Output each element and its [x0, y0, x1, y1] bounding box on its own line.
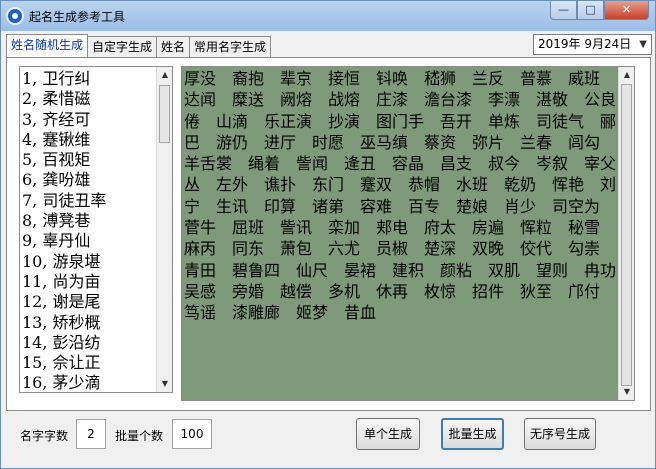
list-item[interactable]: 11, 尚为亩 [22, 272, 172, 292]
scroll-down-icon[interactable]: ▼ [157, 376, 172, 392]
maximize-button[interactable]: □ [577, 1, 604, 20]
chevron-down-icon[interactable]: ▼ [639, 35, 647, 54]
list-item[interactable]: 7, 司徒丑率 [22, 191, 172, 211]
scroll-up-icon[interactable]: ▲ [157, 67, 172, 83]
name-list-scrollbar[interactable]: ▲ ▼ [156, 67, 172, 392]
unordered-generate-button[interactable]: 无序号生成 [524, 418, 596, 450]
title-bar[interactable]: 起名生成参考工具 — □ ✕ [1, 1, 655, 31]
name-list-items: 1, 卫行纠 2, 柔惜磁 3, 齐经可 4, 蹇锹维 5, 百视矩 6, 龚吩雄 7, 司… [20, 67, 172, 392]
tab-custom-char[interactable]: 自定字生成 [87, 36, 158, 57]
list-item[interactable]: 12, 谢是尾 [22, 292, 172, 312]
list-item[interactable]: 16, 茅少滴 [22, 373, 172, 392]
scroll-thumb[interactable] [621, 84, 632, 386]
list-item[interactable]: 8, 溥凳巷 [22, 211, 172, 231]
list-item[interactable]: 9, 辜丹仙 [22, 231, 172, 251]
name-length-input[interactable]: 2 [76, 419, 106, 449]
close-button[interactable]: ✕ [604, 1, 649, 20]
batch-count-label: 批量个数 [115, 429, 164, 443]
list-item[interactable]: 13, 矫秒概 [22, 313, 172, 333]
list-item[interactable]: 2, 柔惜磁 [22, 89, 172, 109]
scroll-up-icon[interactable]: ▲ [619, 67, 634, 83]
scroll-down-icon[interactable]: ▼ [619, 384, 634, 400]
batch-output-text: 厚没 裔抱 辈京 接恒 钭唤 嵇狮 兰反 普慕 威班 达闻 糜送 阙熔 战熔 庄… [184, 69, 632, 323]
date-picker[interactable]: 2019年 9月24日 ▼ [533, 34, 652, 55]
scroll-thumb[interactable] [159, 85, 170, 143]
list-item[interactable]: 15, 佘让正 [22, 353, 172, 373]
app-window: 起名生成参考工具 — □ ✕ 姓名随机生成 自定字生成 姓名 常用名字生成 20… [0, 0, 656, 469]
date-value: 2019年 9月24日 [538, 37, 632, 51]
list-item[interactable]: 3, 齐经可 [22, 110, 172, 130]
list-item[interactable]: 6, 龚吩雄 [22, 170, 172, 190]
name-length-label: 名字字数 [20, 429, 69, 443]
list-item[interactable]: 10, 游泉堪 [22, 252, 172, 272]
app-logo-icon [6, 7, 24, 25]
minimize-button[interactable]: — [550, 1, 577, 20]
window-title: 起名生成参考工具 [29, 10, 126, 24]
single-generate-button[interactable]: 单个生成 [356, 418, 420, 450]
tab-common-name[interactable]: 常用名字生成 [189, 36, 272, 57]
batch-generate-button[interactable]: 批量生成 [441, 418, 504, 450]
list-item[interactable]: 14, 彭沿纺 [22, 333, 172, 353]
batch-output-textarea[interactable]: 厚没 裔抱 辈京 接恒 钭唤 嵇狮 兰反 普慕 威班 达闻 糜送 阙熔 战熔 庄… [181, 66, 635, 401]
output-scrollbar[interactable]: ▲ ▼ [618, 67, 634, 400]
list-item[interactable]: 5, 百视矩 [22, 150, 172, 170]
list-item[interactable]: 1, 卫行纠 [22, 69, 172, 89]
batch-count-input[interactable]: 100 [172, 419, 212, 449]
tab-random-name[interactable]: 姓名随机生成 [6, 34, 89, 57]
tab-surname[interactable]: 姓名 [156, 36, 191, 57]
name-list[interactable]: 1, 卫行纠 2, 柔惜磁 3, 齐经可 4, 蹇锹维 5, 百视矩 6, 龚吩雄 7, 司… [19, 66, 173, 393]
list-item[interactable]: 4, 蹇锹维 [22, 130, 172, 150]
window-controls: — □ ✕ [550, 1, 649, 20]
tab-strip: 姓名随机生成 自定字生成 姓名 常用名字生成 [6, 34, 272, 57]
